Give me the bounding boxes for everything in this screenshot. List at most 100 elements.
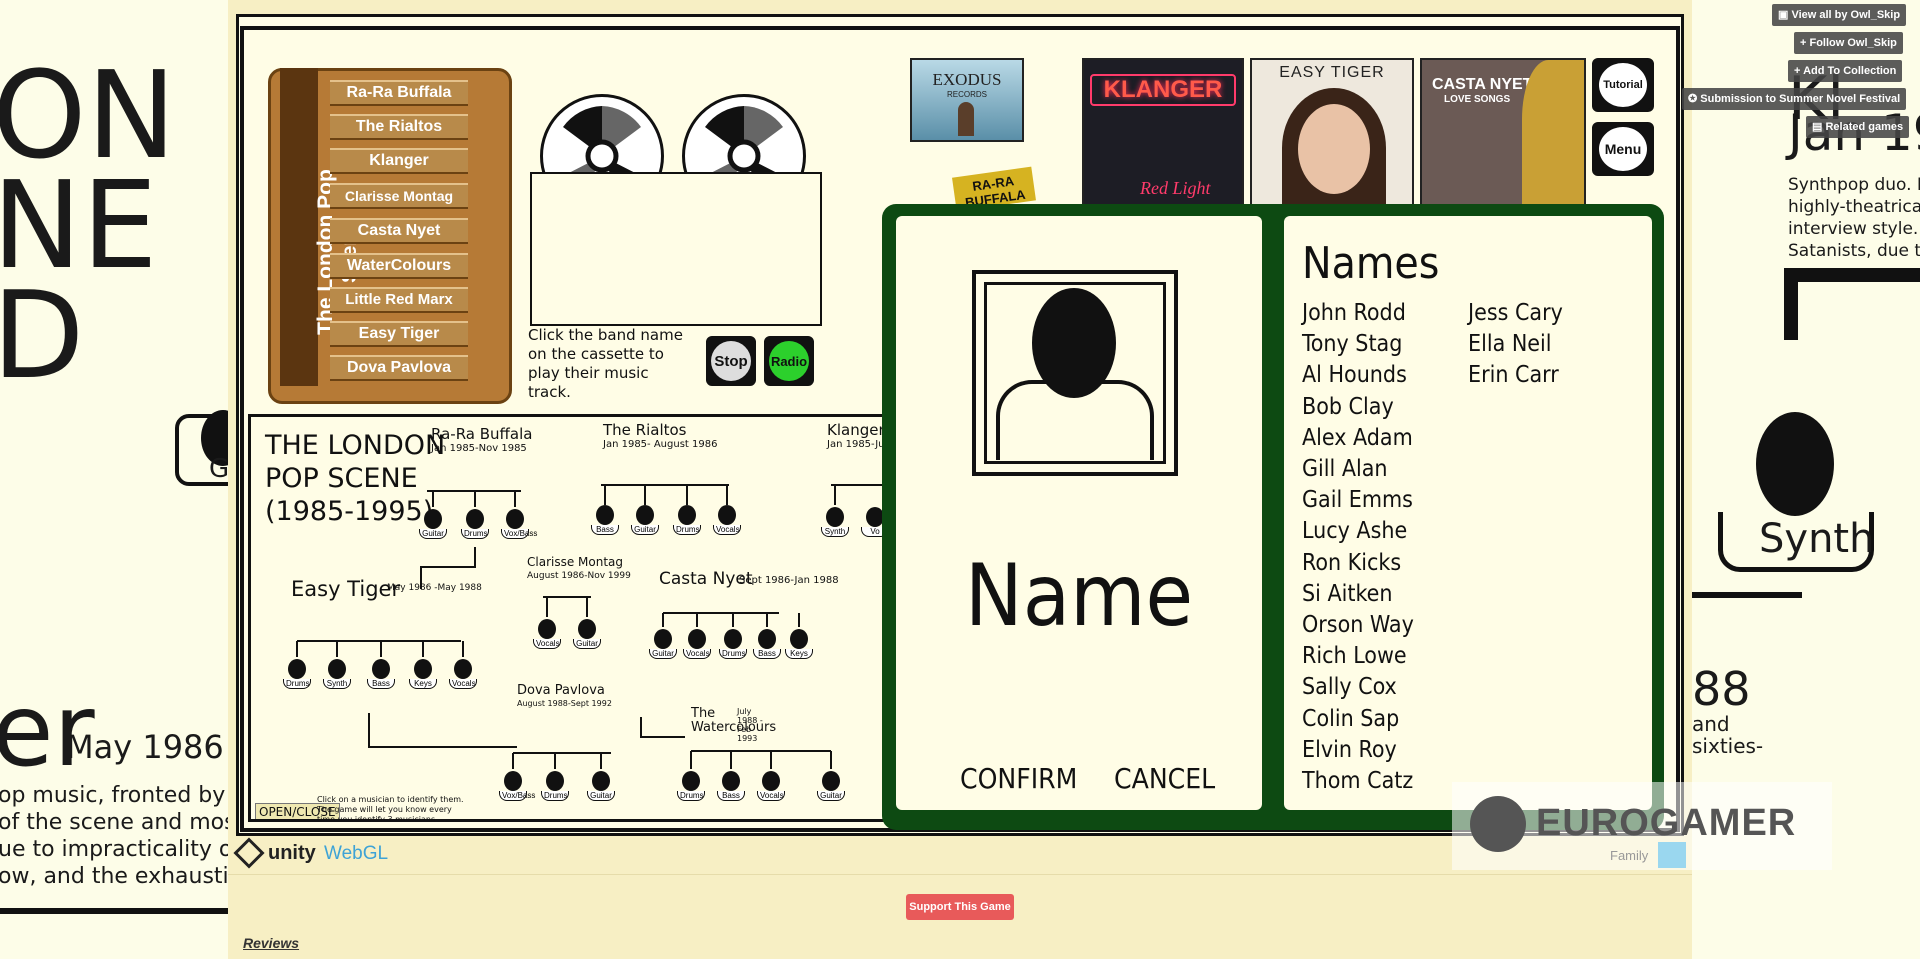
album-easy-tiger[interactable]: EASY TIGER [1250,58,1414,206]
musician-water-3[interactable]: Guitar [817,771,845,801]
musician-head-icon [504,771,522,791]
musician-role: Guitar [649,649,677,659]
name-option[interactable]: Gill Alan [1302,456,1388,482]
name-option[interactable]: Lucy Ashe [1302,518,1407,544]
name-option[interactable]: John Rodd [1302,300,1406,326]
eurogamer-brand: EUROGAMER [1536,802,1797,844]
add-to-collection-button[interactable]: + Add To Collection [1788,60,1903,82]
view-all-button[interactable]: ▣ View all by Owl_Skip [1772,4,1907,26]
name-option[interactable]: Tony Stag [1302,331,1402,357]
fullscreen-icon[interactable] [1658,842,1686,868]
musician-rialtos-2[interactable]: Drums [673,505,701,535]
name-option[interactable]: Ella Neil [1468,331,1552,357]
name-option[interactable]: Bob Clay [1302,394,1394,420]
musician-role: Synth [323,679,351,689]
confirm-button[interactable]: CONFIRM [960,762,1077,795]
musician-rialtos-3[interactable]: Vocals [713,505,741,535]
musician-water-0[interactable]: Drums [677,771,705,801]
band-button-ra-ra-buffala[interactable]: Ra-Ra Buffala [330,80,468,106]
collection-icon: + [1794,65,1804,77]
band-button-clarisse-montag[interactable]: Clarisse Montag [330,183,468,209]
tutorial-button[interactable]: Tutorial [1592,58,1654,112]
name-option[interactable]: Si Aitken [1302,581,1392,607]
radio-button[interactable]: Radio [764,336,814,386]
band-button-casta-nyet[interactable]: Casta Nyet [330,218,468,244]
musician-role: Drums [719,649,747,659]
musician-head-icon [538,619,556,639]
submission-link[interactable]: ✪ Submission to Summer Novel Festival [1682,88,1907,110]
name-option[interactable]: Al Hounds [1302,362,1407,388]
name-option[interactable]: Thom Catz [1302,768,1413,794]
support-this-game-button[interactable]: Support This Game [906,894,1014,920]
musician-head-icon [596,505,614,525]
musician-head-icon [454,659,472,679]
tree-instructions: Click on a musician to identify them. Th… [317,795,464,822]
musician-klanger-0[interactable]: Synth [821,507,849,537]
menu-button[interactable]: Menu [1592,122,1654,176]
names-card: Names John Rodd Tony Stag Al Hounds Bob Cla… [1284,216,1652,810]
musician-dova-0[interactable]: Vox/Bass [499,771,535,801]
musician-rialtos-0[interactable]: Bass [591,505,619,535]
musician-casta-4[interactable]: Keys [785,629,813,659]
name-option[interactable]: Colin Sap [1302,706,1399,732]
musician-rialtos-1[interactable]: Guitar [631,505,659,535]
musician-role: Vocals [713,525,741,535]
musician-casta-3[interactable]: Bass [753,629,781,659]
band-button-watercolours[interactable]: WaterColours [330,253,468,279]
musician-water-1[interactable]: Bass [717,771,745,801]
related-icon: ▤ [1812,121,1826,133]
musician-head-icon [414,659,432,679]
unity-icon [233,837,265,869]
tree-lines [296,484,885,769]
name-option[interactable]: Orson Way [1302,612,1414,638]
bg-paragraph: op music, fronted by a u of the scene an… [0,783,228,889]
musician-easy-0[interactable]: Drums [283,659,311,689]
stop-button[interactable]: Stop [706,336,756,386]
musician-raraa-2[interactable]: Vox/Bass [501,509,537,539]
band-button-klanger[interactable]: Klanger [330,148,468,174]
musician-raraa-0[interactable]: Guitar [419,509,447,539]
name-option[interactable]: Ron Kicks [1302,550,1401,576]
musician-role: Synth [821,527,849,537]
musician-casta-1[interactable]: Vocals [683,629,711,659]
reviews-link[interactable]: Reviews [243,935,299,951]
musician-head-icon [466,509,484,529]
name-option[interactable]: Alex Adam [1302,425,1413,451]
album-casta-nyet[interactable]: CASTA NYET LOVE SONGS [1420,58,1586,206]
name-option[interactable]: Rich Lowe [1302,643,1407,669]
musician-dova-1[interactable]: Drums [541,771,569,801]
musician-dova-2[interactable]: Guitar [587,771,615,801]
musician-casta-2[interactable]: Drums [719,629,747,659]
musician-raraa-1[interactable]: Drums [461,509,489,539]
musician-head-icon [372,659,390,679]
album-exodus[interactable]: EXODUS RECORDS [910,58,1024,142]
musician-easy-1[interactable]: Synth [323,659,351,689]
identify-card: Name CONFIRM CANCEL [896,216,1262,810]
album-klanger[interactable]: KLANGER Red Light [1082,58,1244,206]
cancel-button[interactable]: CANCEL [1114,762,1215,795]
musician-role: Vox/Bass [499,791,535,801]
follow-button[interactable]: + Follow Owl_Skip [1794,32,1903,54]
musician-role: Drums [541,791,569,801]
musician-head-icon [424,509,442,529]
musician-clarisse-1[interactable]: Guitar [573,619,601,649]
eurogamer-sub: Family [1610,848,1649,863]
name-option[interactable]: Sally Cox [1302,674,1397,700]
related-games-button[interactable]: ▤ Related games [1806,116,1910,138]
band-button-the-rialtos[interactable]: The Rialtos [330,114,468,140]
band-button-easy-tiger[interactable]: Easy Tiger [330,321,468,347]
name-option[interactable]: Gail Emms [1302,487,1413,513]
band-button-dova-pavlova[interactable]: Dova Pavlova [330,355,468,381]
musician-role: Guitar [631,525,659,535]
musician-clarisse-0[interactable]: Vocals [533,619,561,649]
musician-easy-2[interactable]: Bass [367,659,395,689]
musician-water-2[interactable]: Vocals [757,771,785,801]
name-option[interactable]: Elvin Roy [1302,737,1397,763]
musician-easy-3[interactable]: Keys [409,659,437,689]
name-option[interactable]: Jess Cary [1468,300,1563,326]
musician-easy-4[interactable]: Vocals [449,659,477,689]
name-option[interactable]: Erin Carr [1468,362,1559,388]
band-button-little-red-marx[interactable]: Little Red Marx [330,287,468,313]
musician-casta-0[interactable]: Guitar [649,629,677,659]
background-left-panel: ON NE D Gu er May 1986 -Ma op music, fro… [0,0,228,959]
